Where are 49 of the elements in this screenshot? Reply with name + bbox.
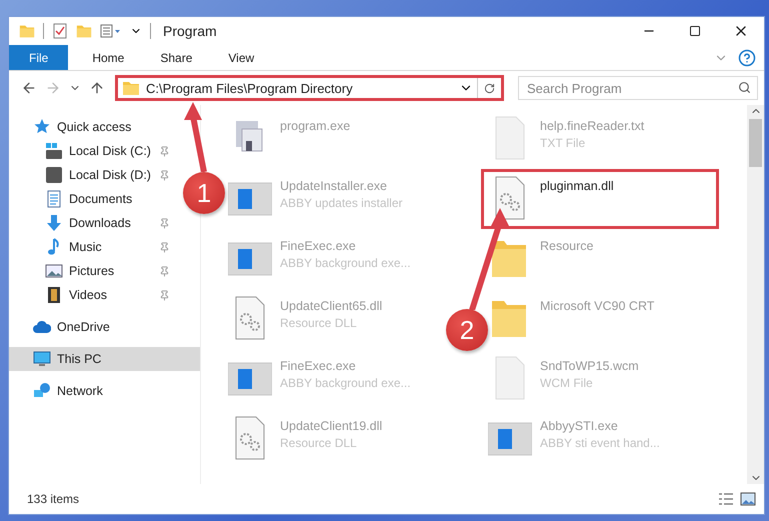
sidebar-item[interactable]: Pictures [9,259,178,283]
ribbon-tab[interactable]: Share [142,45,210,70]
checklist-icon[interactable] [52,23,68,39]
file-name[interactable]: pluginman.dll [540,179,614,193]
ribbon-tab[interactable]: Home [74,45,142,70]
picture-icon [45,262,63,280]
window-title: Program [163,23,217,39]
sidebar-item[interactable]: Downloads [9,211,178,235]
document-icon [45,190,63,208]
file-type: ABBY background exe... [280,256,411,270]
sidebar-item[interactable]: Music [9,235,178,259]
search-icon [738,81,751,94]
ribbon-tab[interactable]: View [210,45,272,70]
sidebar-item[interactable]: Local Disk (C:) [9,139,178,163]
help-icon[interactable] [738,48,756,66]
file-type: Resource DLL [280,316,358,330]
scroll-thumb[interactable] [749,119,762,167]
large-icons-view-icon[interactable] [740,492,756,506]
maximize-icon[interactable] [689,25,701,37]
sidebar-item[interactable]: This PC [9,347,200,371]
file-type: ABBY background exe... [280,376,411,390]
star-icon [33,118,51,136]
file-type: ABBY sti event hand... [540,436,660,450]
item-count: 133 items [27,492,80,506]
search-field[interactable]: Search Program [518,76,758,100]
file-type: ABBY updates installer [280,196,403,210]
drive-icon [45,142,63,160]
drive-icon [45,166,63,184]
download-arrow-icon [45,214,63,232]
file-type: WCM File [540,376,594,390]
file-type: Resource DLL [280,436,358,450]
cloud-icon [33,318,51,336]
properties-icon[interactable] [100,23,122,39]
scrollbar[interactable] [747,105,764,484]
ribbon-tab[interactable]: File [9,45,68,70]
monitor-icon [33,350,51,368]
sidebar-item[interactable]: Videos [9,283,178,307]
sidebar-item[interactable]: Local Disk (D:) [9,163,178,187]
file-type: TXT File [540,136,586,150]
details-view-icon[interactable] [718,492,734,506]
sidebar-item[interactable]: OneDrive [9,315,178,339]
refresh-icon[interactable] [484,82,495,94]
sidebar-item[interactable]: Network [9,379,178,403]
address-path: C:\Program Files\Program Directory [146,80,354,96]
sidebar-item[interactable]: Documents [9,187,178,211]
address-bar[interactable]: C:\Program Files\Program Directory [115,75,504,101]
sidebar-item[interactable]: Quick access [9,115,178,139]
film-icon [45,286,63,304]
network-icon [33,382,51,400]
